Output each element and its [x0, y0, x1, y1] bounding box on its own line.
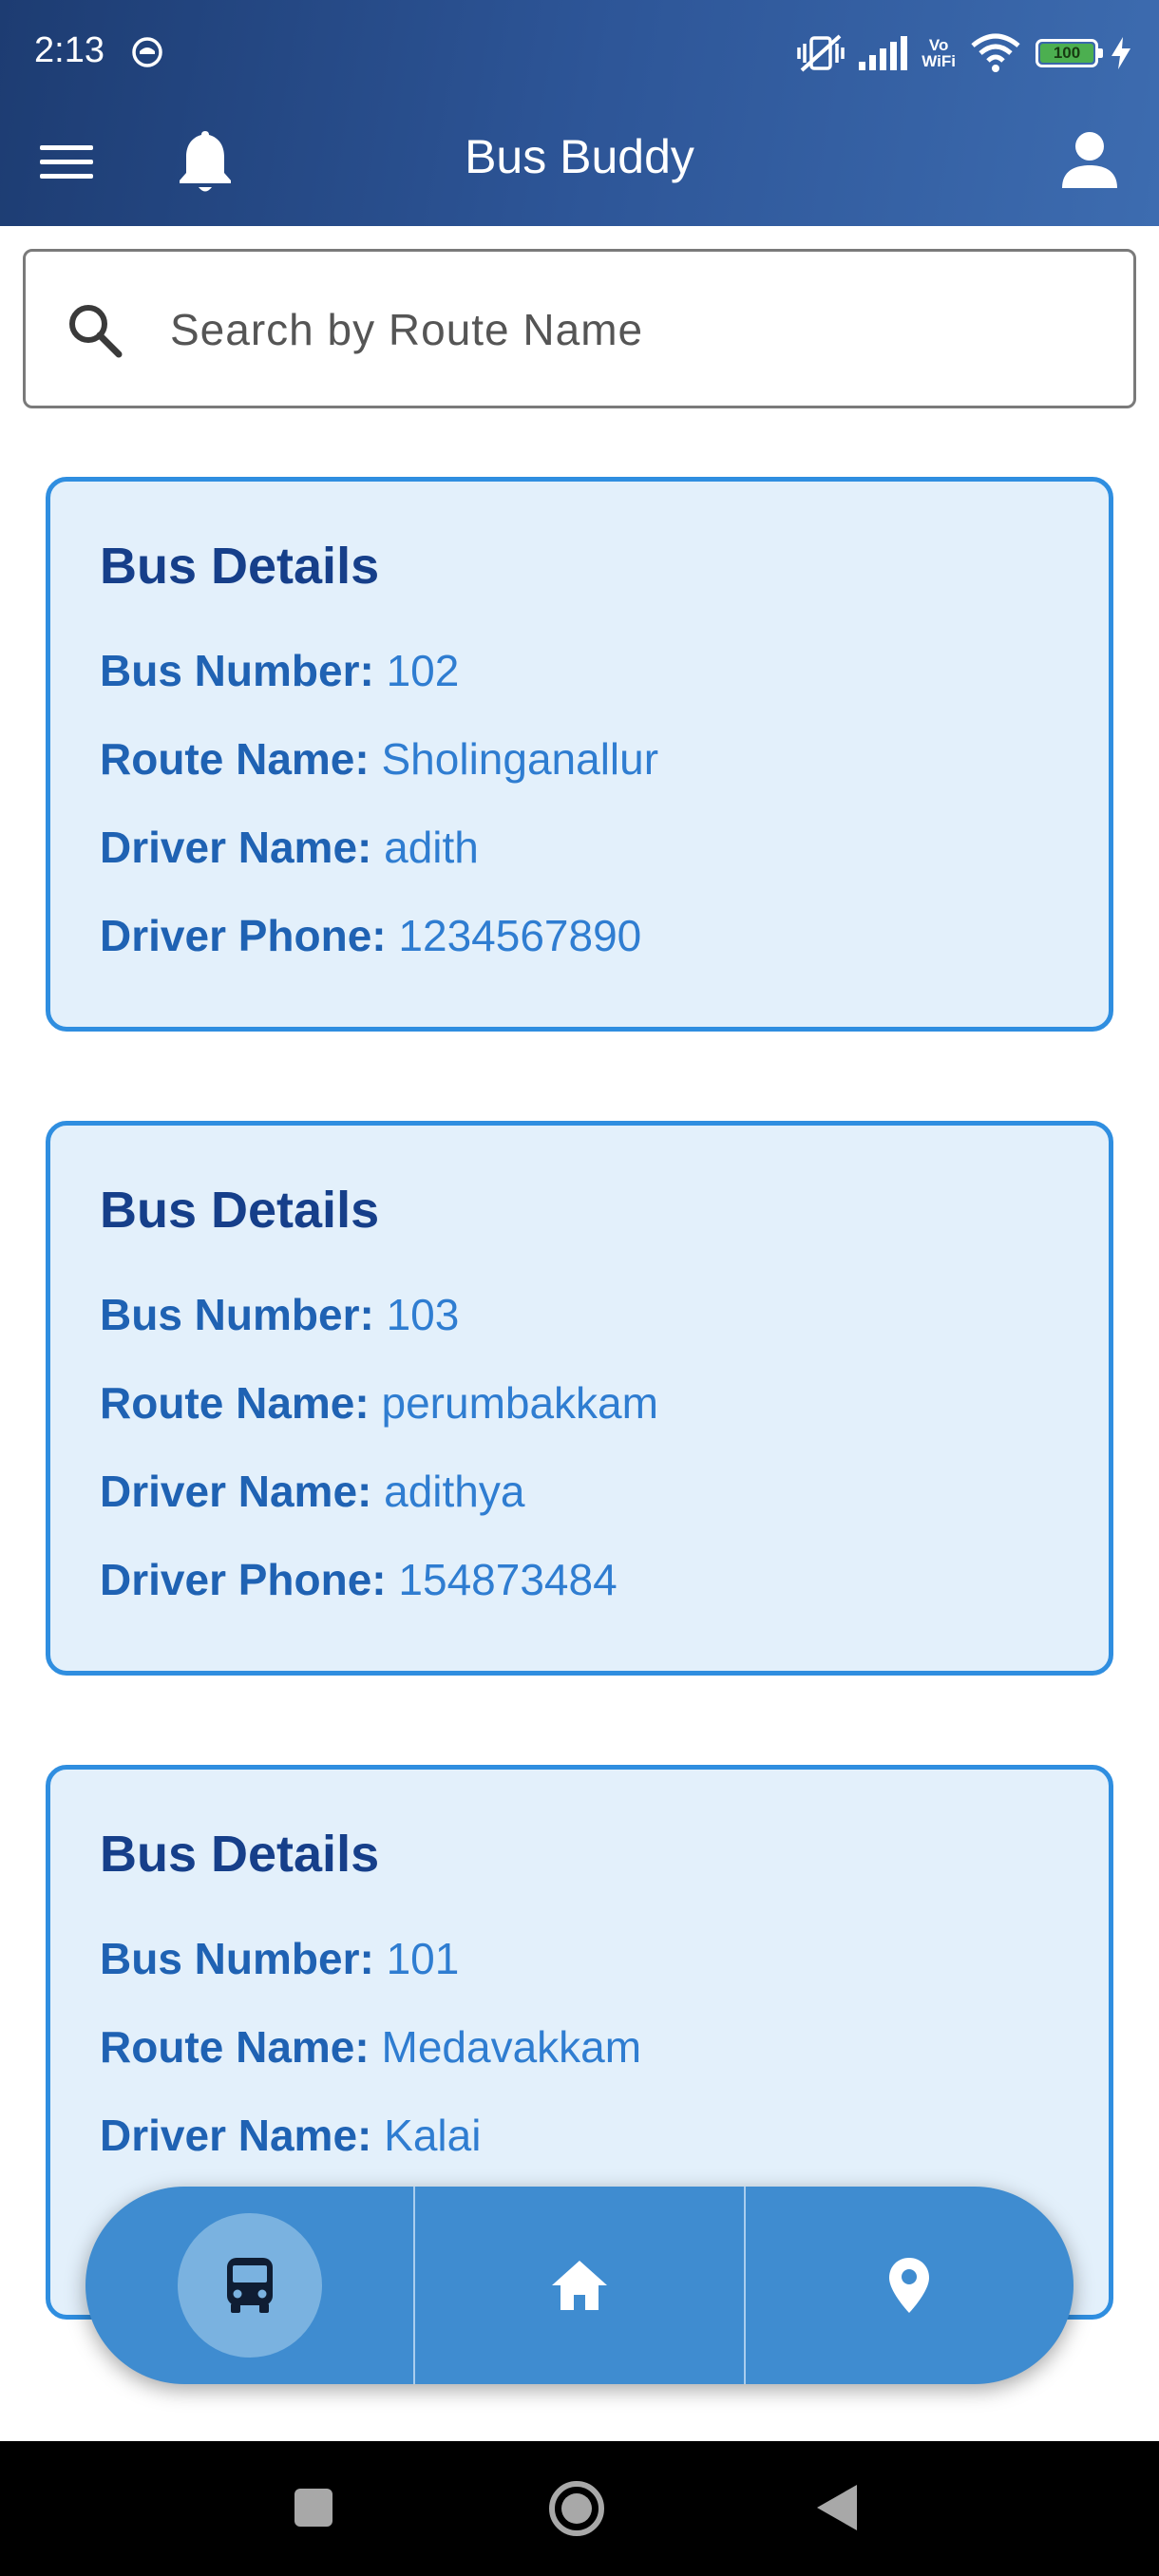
- route-name-value: perumbakkam: [381, 1378, 658, 1428]
- driver-phone-row: Driver Phone: 1234567890: [100, 910, 641, 961]
- driver-name-value: adith: [384, 823, 479, 872]
- battery-level: 100: [1040, 44, 1093, 63]
- app-bar: Bus Buddy: [0, 104, 1159, 226]
- bus-icon: [226, 2258, 273, 2313]
- system-navigation-bar: [0, 2441, 1159, 2576]
- bottom-navigation-bar: [86, 2187, 1074, 2384]
- search-bar[interactable]: [23, 249, 1136, 408]
- status-indicators: Vo WiFi 100: [796, 32, 1130, 74]
- vowifi-top-label: Vo: [928, 36, 949, 54]
- driver-name-row: Driver Name: adith: [100, 822, 479, 873]
- status-time: 2:13: [34, 30, 104, 70]
- location-pin-icon: [889, 2258, 930, 2313]
- vowifi-bottom-label: WiFi: [922, 52, 956, 70]
- profile-person-icon[interactable]: [1058, 129, 1121, 192]
- battery-icon: 100: [1036, 39, 1103, 67]
- driver-phone-label: Driver Phone:: [100, 1555, 387, 1604]
- driver-phone-row: Driver Phone: 154873484: [100, 1554, 618, 1605]
- route-name-row: Route Name: perumbakkam: [100, 1377, 658, 1429]
- route-name-label: Route Name:: [100, 1378, 370, 1428]
- driver-name-label: Driver Name:: [100, 823, 372, 872]
- bus-number-value: 101: [386, 1934, 460, 1983]
- vibrate-off-icon: [797, 34, 846, 72]
- bus-number-label: Bus Number:: [100, 646, 374, 695]
- charging-bolt-icon: [1112, 37, 1130, 69]
- recent-apps-icon[interactable]: [293, 2487, 334, 2529]
- app-title: Bus Buddy: [465, 130, 694, 183]
- bus-details-card[interactable]: Bus Details Bus Number: 102 Route Name: …: [46, 477, 1113, 1032]
- driver-name-row: Driver Name: Kalai: [100, 2110, 481, 2161]
- driver-phone-label: Driver Phone:: [100, 911, 387, 960]
- driver-phone-value: 154873484: [398, 1555, 618, 1604]
- wifi-icon: [971, 33, 1020, 72]
- nav-item-bus[interactable]: [86, 2187, 413, 2384]
- search-input[interactable]: [170, 286, 1082, 373]
- route-name-label: Route Name:: [100, 734, 370, 784]
- route-name-value: Sholinganallur: [381, 734, 659, 784]
- route-name-value: Medavakkam: [381, 2022, 642, 2072]
- top-app-header: 2:13 Vo WiFi 100 Bus Buddy: [0, 0, 1159, 226]
- home-circle-icon[interactable]: [547, 2479, 606, 2538]
- bus-number-value: 102: [386, 646, 460, 695]
- route-name-label: Route Name:: [100, 2022, 370, 2072]
- vowifi-indicator: Vo WiFi: [922, 37, 956, 69]
- bus-number-row: Bus Number: 101: [100, 1933, 459, 1984]
- card-title: Bus Details: [100, 1826, 380, 1883]
- bus-number-row: Bus Number: 103: [100, 1289, 459, 1340]
- driver-name-label: Driver Name:: [100, 2111, 372, 2160]
- card-title: Bus Details: [100, 1182, 380, 1239]
- bus-number-row: Bus Number: 102: [100, 645, 459, 696]
- home-icon: [551, 2261, 607, 2310]
- card-title: Bus Details: [100, 538, 380, 595]
- nav-item-home[interactable]: [413, 2187, 743, 2384]
- app-notification-icon: [132, 37, 162, 67]
- driver-phone-value: 1234567890: [398, 911, 642, 960]
- back-triangle-icon[interactable]: [815, 2483, 859, 2532]
- nav-item-location[interactable]: [743, 2187, 1074, 2384]
- search-icon: [69, 305, 123, 358]
- driver-name-row: Driver Name: adithya: [100, 1466, 524, 1517]
- bus-details-card[interactable]: Bus Details Bus Number: 103 Route Name: …: [46, 1121, 1113, 1676]
- driver-name-value: Kalai: [384, 2111, 482, 2160]
- driver-name-label: Driver Name:: [100, 1467, 372, 1516]
- driver-name-value: adithya: [384, 1467, 525, 1516]
- bus-number-label: Bus Number:: [100, 1934, 374, 1983]
- bus-number-value: 103: [386, 1290, 460, 1339]
- signal-strength-icon: [859, 36, 908, 70]
- route-name-row: Route Name: Medavakkam: [100, 2021, 641, 2073]
- status-bar: 2:13 Vo WiFi 100: [0, 0, 1159, 104]
- bus-number-label: Bus Number:: [100, 1290, 374, 1339]
- route-name-row: Route Name: Sholinganallur: [100, 733, 658, 785]
